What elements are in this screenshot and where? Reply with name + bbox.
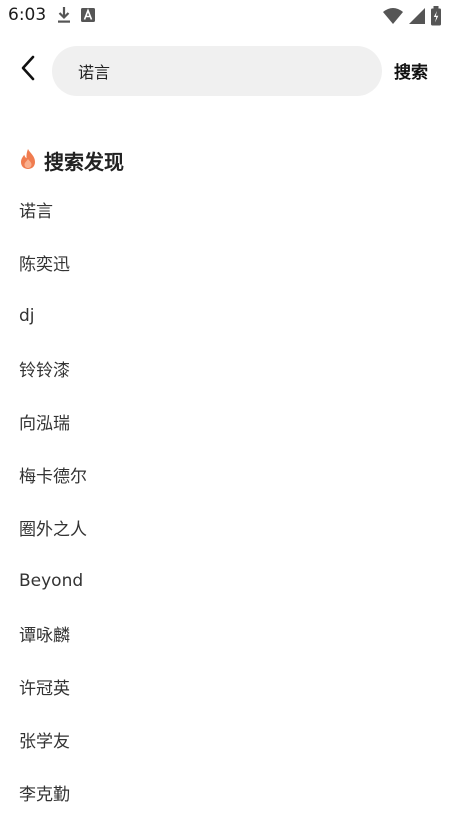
list-item[interactable]: 向泓瑞 [0, 395, 450, 448]
status-right-icons [382, 6, 442, 30]
list-item[interactable]: 圈外之人 [0, 501, 450, 554]
search-header: 搜索 [0, 44, 450, 98]
status-bar: 6:03 [0, 0, 450, 30]
list-item[interactable]: 李克勤 [0, 766, 450, 819]
list-item[interactable]: dj [0, 289, 450, 342]
back-button[interactable] [12, 54, 44, 86]
list-item[interactable]: 诺言 [0, 183, 450, 236]
battery-icon [430, 6, 442, 30]
status-time: 6:03 [8, 5, 47, 25]
discover-title: 搜索发现 [44, 150, 124, 174]
signal-icon [408, 7, 426, 29]
list-item[interactable]: 铃铃漆 [0, 342, 450, 395]
list-item[interactable]: 陈奕迅 [0, 236, 450, 289]
discover-list: 诺言 陈奕迅 dj 铃铃漆 向泓瑞 梅卡德尔 圈外之人 Beyond 谭咏麟 许… [0, 183, 450, 819]
search-button[interactable]: 搜索 [394, 58, 428, 83]
list-item[interactable]: 许冠英 [0, 660, 450, 713]
status-left-icons [56, 6, 96, 28]
discover-section-header: 搜索发现 [18, 146, 124, 175]
list-item[interactable]: 梅卡德尔 [0, 448, 450, 501]
download-icon [56, 6, 72, 28]
list-item[interactable]: 谭咏麟 [0, 607, 450, 660]
a-box-icon [80, 6, 96, 28]
list-item[interactable]: 张学友 [0, 713, 450, 766]
flame-icon [18, 148, 38, 174]
list-item[interactable]: Beyond [0, 554, 450, 607]
wifi-icon [382, 7, 404, 29]
search-box[interactable] [52, 46, 382, 96]
search-input[interactable] [78, 61, 358, 81]
chevron-left-icon [19, 55, 37, 85]
